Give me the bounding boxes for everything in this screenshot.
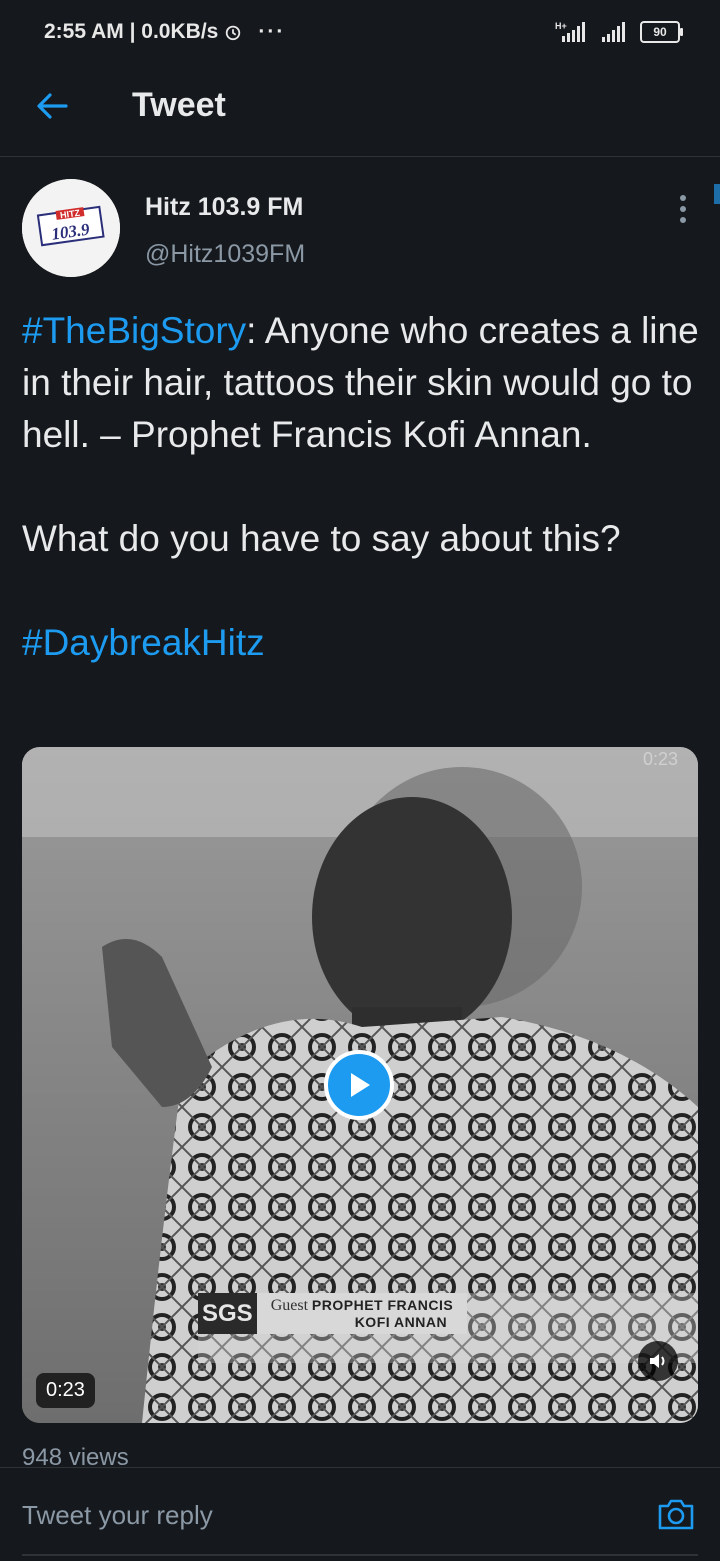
tweet-paragraph-2: What do you have to say about this? [22, 518, 621, 559]
back-arrow-icon[interactable] [34, 88, 70, 124]
author-name[interactable]: Hitz 103.9 FM [145, 193, 303, 222]
svg-text:H+: H+ [555, 21, 567, 31]
more-options-icon[interactable] [668, 192, 698, 226]
guest-label: Guest [270, 1297, 309, 1314]
camera-icon[interactable] [656, 1496, 696, 1532]
status-speed: 0.0KB/s [141, 20, 219, 43]
hitz-logo: HITZ 103.9 [22, 179, 120, 277]
status-left: 2:55 AM | 0.0KB/s ··· [44, 20, 286, 43]
video-lower-third: SGS Guest PROPHET FRANCIS KOFI ANNAN [198, 1293, 468, 1334]
avatar[interactable]: HITZ 103.9 [22, 179, 120, 277]
reply-bar: Tweet your reply [0, 1467, 720, 1561]
hashtag-link[interactable]: #TheBigStory [22, 310, 246, 351]
page-title: Tweet [132, 86, 226, 124]
battery-icon: 90 [640, 21, 683, 43]
app-header: Tweet [0, 66, 720, 157]
scroll-indicator[interactable] [714, 184, 720, 204]
status-bar: 2:55 AM | 0.0KB/s ··· H+ 90 [0, 0, 720, 66]
battery-level: 90 [653, 25, 667, 39]
tweet-paragraph-3: #DaybreakHitz [22, 617, 702, 669]
status-right: H+ 90 [554, 20, 683, 44]
video-duration: 0:23 [36, 1373, 95, 1408]
signal-hplus-icon: H+ [555, 21, 585, 42]
play-button[interactable] [324, 1050, 394, 1120]
reply-input[interactable]: Tweet your reply [22, 1500, 213, 1531]
channel-logo: SGS [198, 1293, 257, 1334]
alarm-icon [226, 25, 241, 41]
guest-name-line2: KOFI ANNAN [354, 1314, 448, 1330]
more-notifications-icon: ··· [258, 20, 286, 43]
play-icon [351, 1073, 370, 1097]
video-duration-top: 0:23 [642, 749, 678, 769]
reply-underline [22, 1554, 698, 1556]
tweet-text: #TheBigStory: Anyone who creates a line … [22, 305, 702, 669]
guest-caption: Guest PROPHET FRANCIS KOFI ANNAN [256, 1293, 468, 1334]
hashtag-link[interactable]: #DaybreakHitz [22, 622, 265, 663]
volume-icon [650, 1354, 665, 1368]
video-player[interactable]: 0:23 SGS Guest PROPHET FRANCIS KOFI ANNA… [22, 747, 698, 1423]
tweet-paragraph-1: #TheBigStory: Anyone who creates a line … [22, 305, 702, 461]
status-time: 2:55 AM [44, 20, 124, 43]
volume-button[interactable] [638, 1341, 678, 1381]
author-handle[interactable]: @Hitz1039FM [145, 240, 305, 269]
signal-icon [602, 22, 625, 42]
guest-name-line1: PROPHET FRANCIS [311, 1297, 454, 1313]
